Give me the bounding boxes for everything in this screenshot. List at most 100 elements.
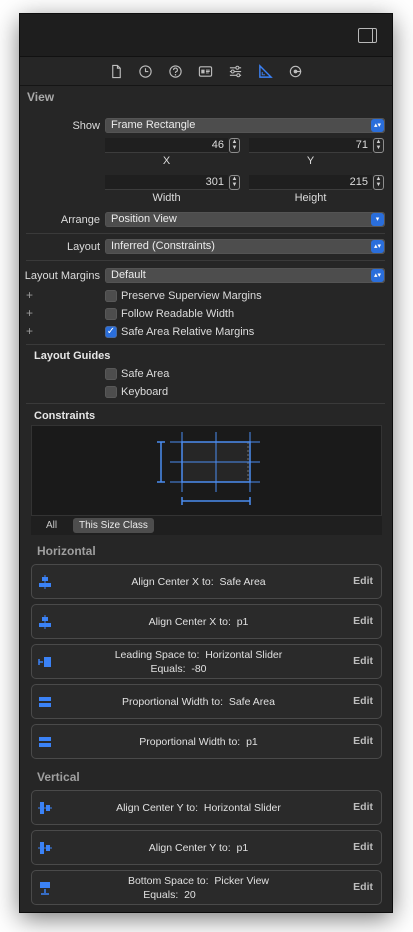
- layout-margins-label: Layout Margins: [24, 270, 100, 282]
- file-icon[interactable]: [108, 63, 125, 80]
- constraint-constant: 20: [184, 888, 196, 901]
- edit-button[interactable]: Edit: [353, 655, 373, 667]
- edit-button[interactable]: Edit: [353, 735, 373, 747]
- edit-button[interactable]: Edit: [353, 695, 373, 707]
- attributes-icon[interactable]: [227, 63, 244, 80]
- constraint-description: Leading Space to: Horizontal Slider Equa…: [62, 645, 335, 678]
- constraint-target: Safe Area: [228, 695, 275, 708]
- layout-label: Layout: [66, 241, 100, 253]
- constraint-row[interactable]: Align Center Y to: Horizontal Slider Edi…: [31, 790, 382, 825]
- height-field[interactable]: 215: [249, 175, 372, 190]
- popup-arrows-icon: ▴▾: [371, 240, 384, 253]
- constraint-description: Align Center Y to: Horizontal Slider: [62, 791, 335, 824]
- safe-area-label: Safe Area: [121, 368, 170, 380]
- constraint-target: p1: [236, 615, 249, 628]
- y-label: Y: [306, 155, 315, 167]
- constraint-target: Picker View: [214, 874, 270, 887]
- constraints-diagram-graphic: [157, 432, 260, 505]
- divider: [26, 403, 385, 404]
- constraint-target: p1: [246, 735, 258, 748]
- arrange-popup-value: Position View: [111, 213, 177, 225]
- plus-icon[interactable]: +: [26, 324, 33, 338]
- proportional-width-icon: [39, 697, 51, 707]
- vertical-group-title: Vertical: [37, 770, 80, 784]
- keyboard-checkbox[interactable]: [105, 386, 117, 398]
- view-section-title: View: [27, 90, 55, 104]
- constraint-description: Bottom Space to: Picker View Equals: 20: [62, 871, 335, 904]
- constraint-row[interactable]: Align Center X to: p1 Edit: [31, 604, 382, 639]
- preserve-superview-margins-label: Preserve Superview Margins: [121, 290, 262, 302]
- edit-button[interactable]: Edit: [353, 575, 373, 587]
- constraint-equals-key: Equals:: [150, 662, 186, 675]
- constraint-row[interactable]: Align Center Y to: p1 Edit: [31, 830, 382, 865]
- width-field[interactable]: 301: [105, 175, 228, 190]
- filter-all-button[interactable]: All: [40, 518, 63, 533]
- preserve-superview-margins-checkbox[interactable]: [105, 290, 117, 302]
- layout-popup[interactable]: Inferred (Constraints) ▴▾: [105, 239, 385, 254]
- filter-this-size-class-button[interactable]: This Size Class: [73, 518, 154, 533]
- edit-button[interactable]: Edit: [353, 801, 373, 813]
- edit-button[interactable]: Edit: [353, 615, 373, 627]
- constraint-key: Bottom Space to:: [127, 874, 209, 887]
- width-label: Width: [152, 192, 181, 204]
- x-stepper[interactable]: ▲ ▼: [229, 138, 240, 153]
- horizontal-group-title: Horizontal: [37, 544, 96, 558]
- leading-space-icon: [38, 657, 51, 667]
- constraint-row[interactable]: Proportional Width to: Safe Area Edit: [31, 684, 382, 719]
- size-ruler-icon[interactable]: [257, 63, 274, 80]
- constraint-description: Proportional Width to: p1: [62, 725, 335, 758]
- keyboard-label: Keyboard: [121, 386, 169, 398]
- safe-area-checkbox[interactable]: [105, 368, 117, 380]
- constraint-key: Proportional Width to:: [139, 735, 241, 748]
- constraint-key: Leading Space to:: [114, 648, 200, 661]
- arrange-popup[interactable]: Position View ▾: [105, 212, 385, 227]
- constraint-description: Align Center X to: Safe Area: [62, 565, 335, 598]
- width-stepper[interactable]: ▲ ▼: [229, 175, 240, 190]
- sidebar-toggle-icon[interactable]: [358, 28, 377, 43]
- height-label: Height: [294, 192, 327, 204]
- y-field[interactable]: 71: [249, 138, 372, 153]
- show-popup-value: Frame Rectangle: [111, 119, 196, 131]
- y-stepper[interactable]: ▲ ▼: [373, 138, 384, 153]
- constraint-row[interactable]: Bottom Space to: Picker View Equals: 20 …: [31, 870, 382, 905]
- constraint-key: Align Center Y to:: [148, 841, 231, 854]
- constraint-description: Proportional Width to: Safe Area: [62, 685, 335, 718]
- follow-readable-width-label: Follow Readable Width: [121, 308, 235, 320]
- safe-area-relative-margins-label: Safe Area Relative Margins: [121, 326, 255, 338]
- bottom-space-icon: [40, 882, 50, 895]
- layout-margins-popup-value: Default: [111, 269, 146, 281]
- constraint-target: p1: [236, 841, 249, 854]
- constraint-row[interactable]: Leading Space to: Horizontal Slider Equa…: [31, 644, 382, 679]
- layout-popup-value: Inferred (Constraints): [111, 240, 215, 252]
- history-icon[interactable]: [137, 63, 154, 80]
- align-center-y-icon: [38, 802, 52, 814]
- align-center-y-icon: [38, 842, 52, 854]
- help-icon[interactable]: [167, 63, 184, 80]
- safe-area-relative-margins-checkbox[interactable]: ✓: [105, 326, 117, 338]
- plus-icon[interactable]: +: [26, 306, 33, 320]
- constraints-title: Constraints: [34, 410, 96, 422]
- chevron-down-icon: ▾: [371, 213, 384, 226]
- constraint-constant: -80: [191, 662, 207, 675]
- show-label: Show: [72, 120, 100, 132]
- edit-button[interactable]: Edit: [353, 841, 373, 853]
- x-field[interactable]: 46: [105, 138, 228, 153]
- proportional-width-icon: [39, 737, 51, 747]
- layout-margins-popup[interactable]: Default ▴▾: [105, 268, 385, 283]
- height-stepper[interactable]: ▲ ▼: [373, 175, 384, 190]
- constraint-target: Safe Area: [219, 575, 266, 588]
- show-popup[interactable]: Frame Rectangle ▴▾: [105, 118, 385, 133]
- divider: [26, 260, 385, 261]
- inspector-window: View Show Frame Rectangle ▴▾ 46 ▲ ▼ 71 ▲ ▼…: [20, 14, 392, 912]
- edit-button[interactable]: Edit: [353, 881, 373, 893]
- follow-readable-width-checkbox[interactable]: [105, 308, 117, 320]
- plus-icon[interactable]: +: [26, 288, 33, 302]
- identity-icon[interactable]: [197, 63, 214, 80]
- title-bar: [20, 14, 392, 57]
- constraint-key: Align Center X to:: [148, 615, 231, 628]
- constraint-row[interactable]: Proportional Width to: p1 Edit: [31, 724, 382, 759]
- align-center-x-icon: [39, 615, 51, 629]
- constraint-key: Proportional Width to:: [122, 695, 223, 708]
- constraint-row[interactable]: Align Center X to: Safe Area Edit: [31, 564, 382, 599]
- connections-icon[interactable]: [287, 63, 304, 80]
